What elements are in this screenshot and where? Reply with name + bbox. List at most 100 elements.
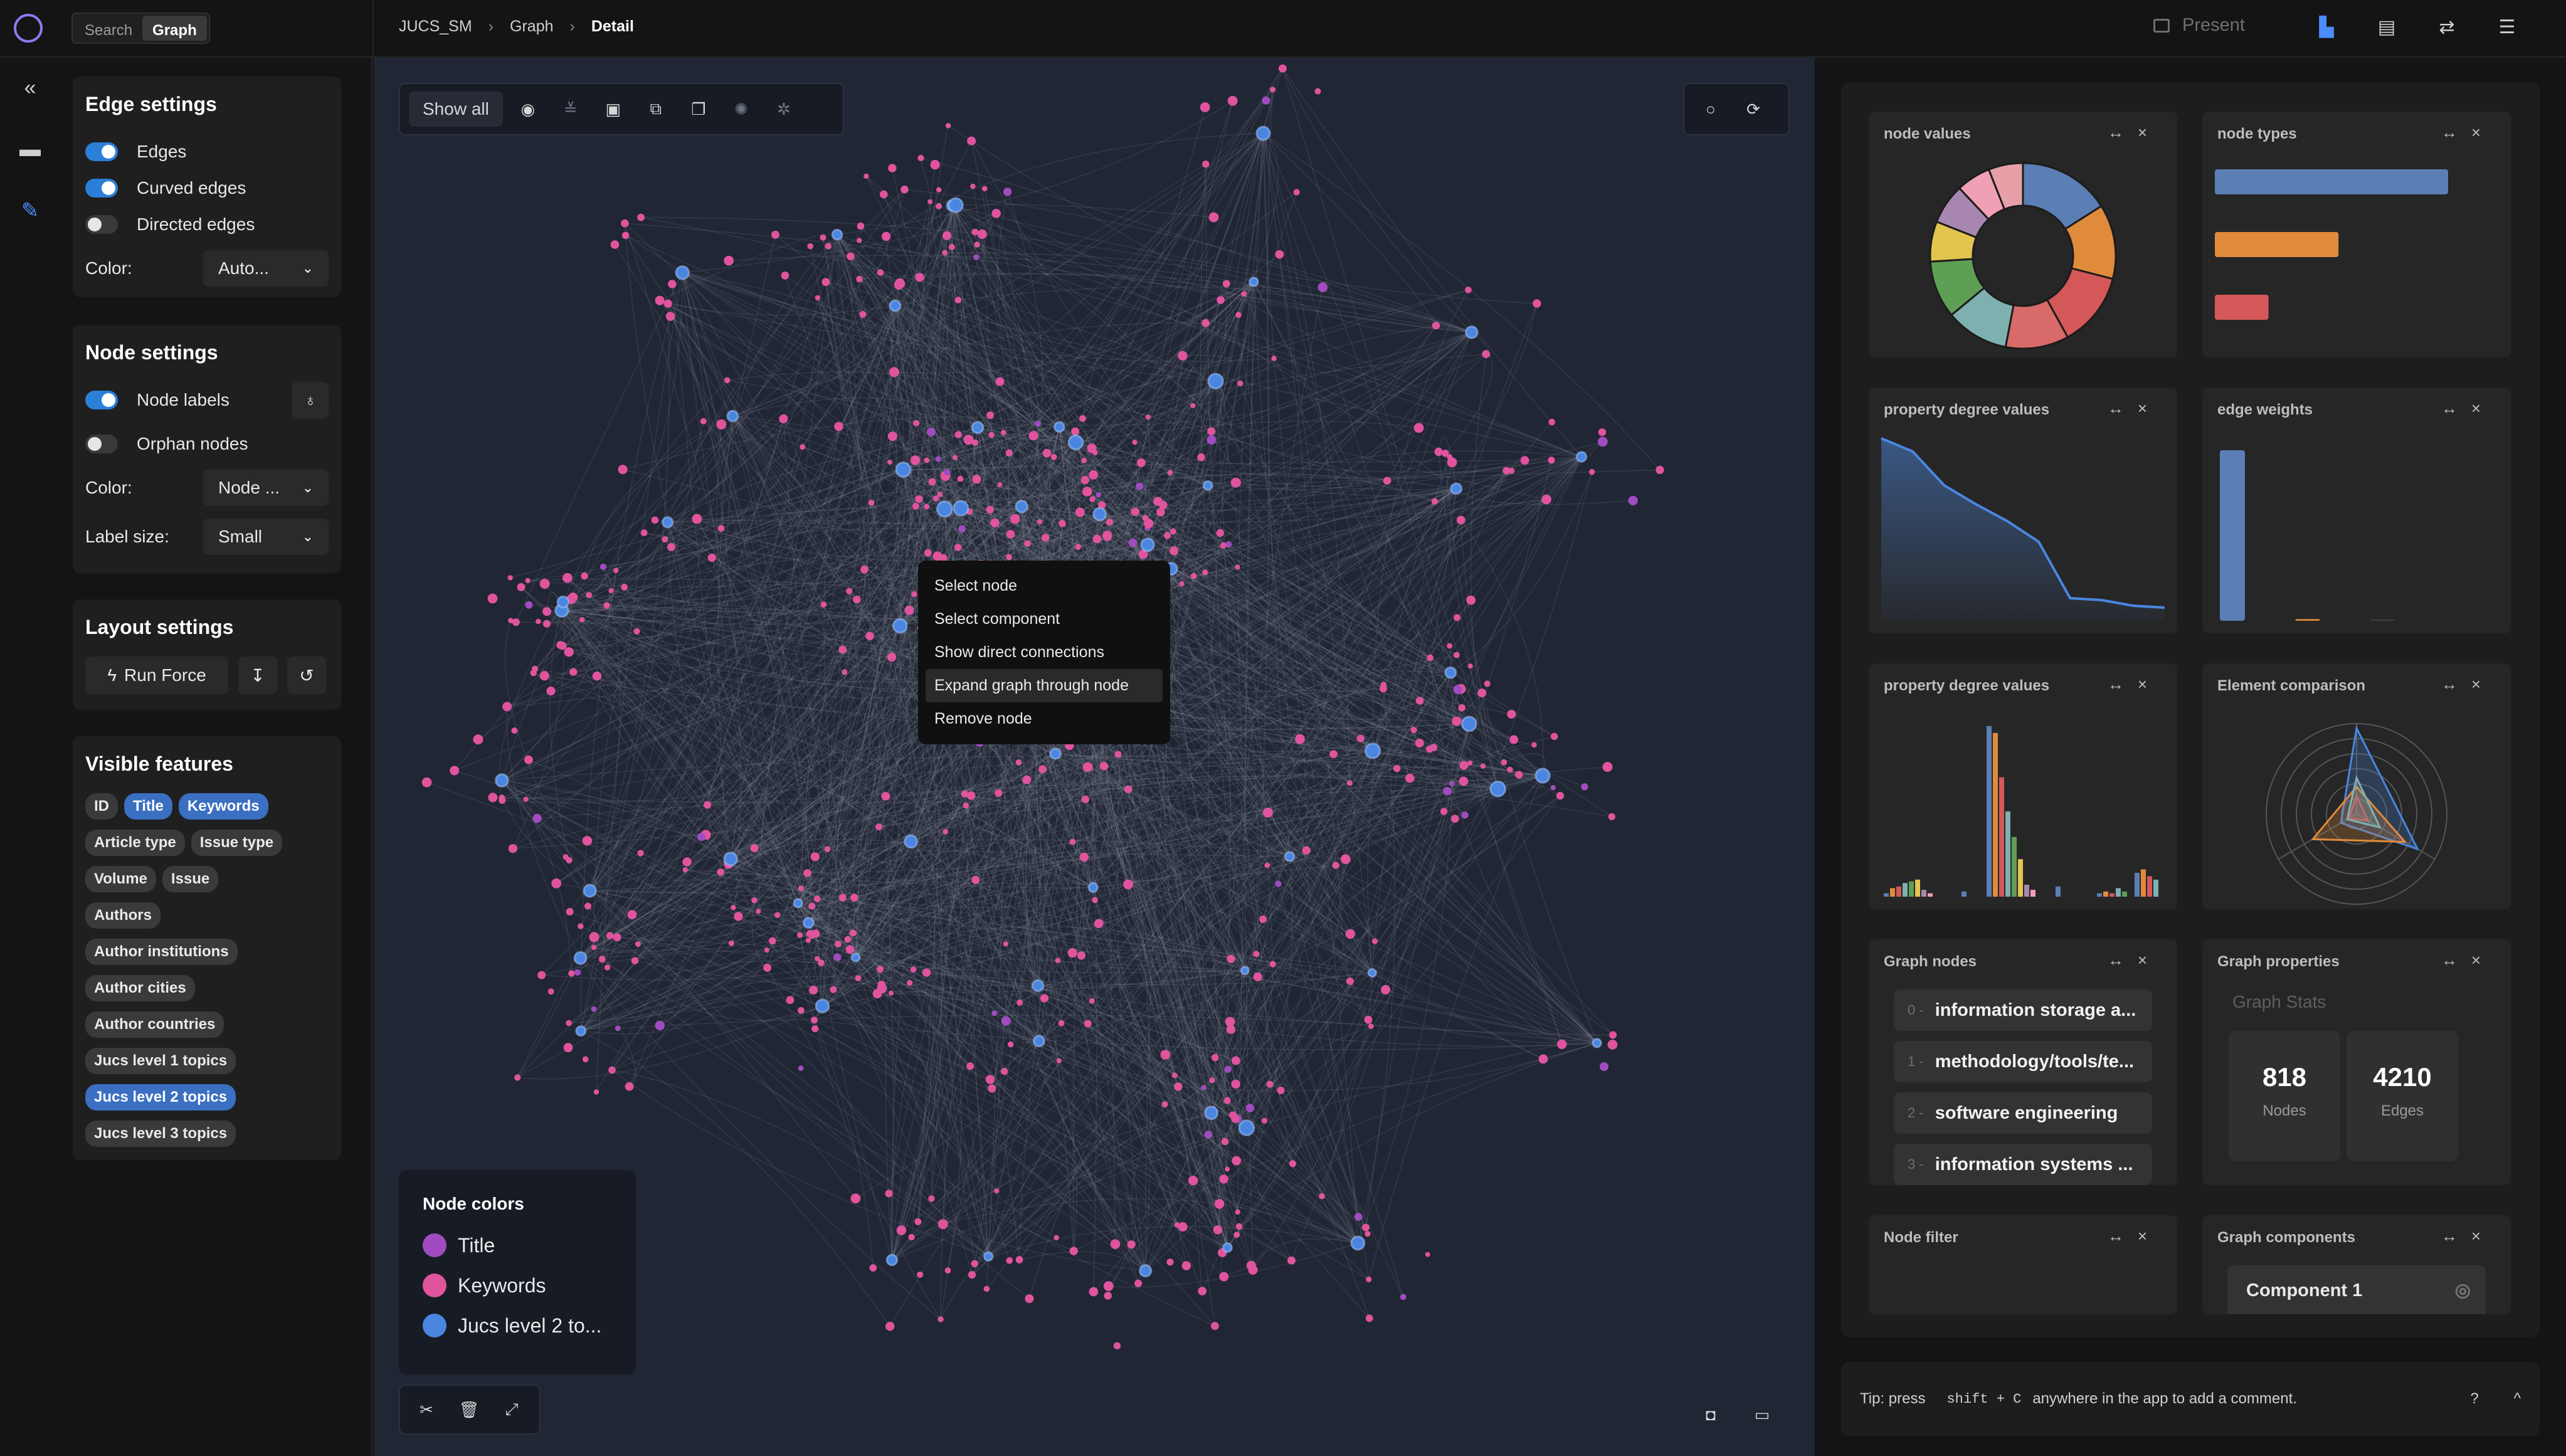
feature-chip[interactable]: Author cities bbox=[85, 975, 195, 1001]
edges-toggle[interactable] bbox=[85, 142, 118, 161]
scissors-icon[interactable]: ✂ bbox=[409, 1392, 444, 1427]
feature-chip[interactable]: Author institutions bbox=[85, 939, 238, 965]
breadcrumb-item[interactable]: Graph bbox=[510, 18, 553, 36]
feature-chip[interactable]: Issue type bbox=[191, 830, 283, 856]
feature-chip[interactable]: ID bbox=[85, 793, 118, 820]
target-icon[interactable]: ◉ bbox=[510, 92, 546, 127]
trash-icon[interactable]: 🗑 bbox=[451, 1392, 487, 1427]
brush-icon[interactable]: ✎ bbox=[18, 198, 43, 223]
feature-chip[interactable]: Issue bbox=[162, 866, 219, 892]
feature-chip[interactable]: Keywords bbox=[178, 793, 268, 820]
graph-node bbox=[591, 1006, 597, 1012]
graph-edge bbox=[549, 601, 570, 860]
node-index: 0 - bbox=[1908, 1002, 1924, 1018]
directed-edges-toggle[interactable] bbox=[85, 215, 118, 234]
widget-controls[interactable]: ↔× bbox=[2441, 399, 2495, 418]
feature-chip[interactable]: Jucs level 2 topics bbox=[85, 1084, 236, 1110]
menu-item-select-component[interactable]: Select component bbox=[926, 603, 1163, 636]
widget-controls[interactable]: ↔× bbox=[2441, 951, 2495, 970]
graph-node bbox=[717, 525, 725, 532]
lightbulb-icon[interactable]: ♁ bbox=[292, 382, 329, 418]
present-button[interactable]: Present bbox=[2153, 15, 2245, 36]
feature-chip[interactable]: Jucs level 1 topics bbox=[85, 1048, 236, 1074]
graph-node bbox=[1440, 808, 1448, 815]
widget-controls[interactable]: ↔× bbox=[2108, 123, 2161, 142]
graph-node bbox=[1556, 791, 1565, 800]
show-all-button[interactable]: Show all bbox=[409, 92, 503, 127]
menu-item-show-connections[interactable]: Show direct connections bbox=[926, 636, 1163, 669]
graph-node bbox=[922, 968, 931, 977]
graph-node bbox=[1079, 852, 1089, 862]
orphan-nodes-toggle[interactable] bbox=[85, 435, 118, 453]
cluster-icon[interactable]: ✺ bbox=[724, 92, 759, 127]
feature-chip[interactable]: Author countries bbox=[85, 1011, 224, 1038]
frame-icon[interactable]: ▣ bbox=[596, 92, 631, 127]
fullscreen-icon[interactable]: ⤢ bbox=[494, 1392, 529, 1427]
graph-node bbox=[1059, 520, 1066, 527]
mode-tab-search[interactable]: Search bbox=[75, 16, 142, 41]
label-size-select[interactable]: Small ⌄ bbox=[203, 519, 329, 555]
align-icon[interactable]: ≚ bbox=[553, 92, 588, 127]
feature-chip[interactable]: Jucs level 3 topics bbox=[85, 1121, 236, 1147]
database-icon[interactable]: ☰ bbox=[2496, 16, 2518, 39]
folder-icon[interactable]: ▬ bbox=[18, 137, 43, 162]
camera-icon[interactable]: ◘ bbox=[1693, 1397, 1728, 1432]
layers-icon[interactable]: ⧉ bbox=[638, 92, 673, 127]
breadcrumb-item[interactable]: JUCS_SM bbox=[399, 18, 472, 36]
node-labels-toggle[interactable] bbox=[85, 391, 118, 409]
widget-controls[interactable]: ↔× bbox=[2108, 1227, 2161, 1246]
graph-node bbox=[830, 986, 837, 993]
widget-controls[interactable]: ↔× bbox=[2108, 675, 2161, 694]
graph-node bbox=[1271, 356, 1277, 361]
reset-layout-icon[interactable]: ↺ bbox=[287, 657, 326, 694]
refresh-icon[interactable]: ⟳ bbox=[1736, 92, 1771, 127]
graph-node bbox=[1179, 581, 1185, 587]
app-logo-icon[interactable] bbox=[14, 14, 43, 43]
widget-edge-weights: edge weights ↔× bbox=[2202, 388, 2511, 633]
graph-hub-node bbox=[793, 898, 803, 909]
graph-node-item[interactable]: 3 - information systems ... bbox=[1894, 1144, 2152, 1185]
picture-in-picture-icon[interactable]: ▭ bbox=[1745, 1397, 1780, 1432]
widget-controls[interactable]: ↔× bbox=[2108, 951, 2161, 970]
widget-controls[interactable]: ↔× bbox=[2441, 123, 2495, 142]
feature-chip[interactable]: Authors bbox=[85, 902, 161, 929]
feature-chip[interactable]: Volume bbox=[85, 866, 156, 892]
collapse-icon[interactable]: ^ bbox=[2514, 1390, 2521, 1408]
component-item[interactable]: Component 1 ◎ bbox=[2227, 1265, 2486, 1314]
graph-hub-node bbox=[1202, 480, 1213, 491]
graph-node bbox=[1295, 734, 1305, 744]
menu-item-expand-graph[interactable]: Expand graph through node bbox=[926, 669, 1163, 702]
graph-node-item[interactable]: 2 - software engineering bbox=[1894, 1092, 2152, 1134]
graph-node bbox=[865, 631, 874, 641]
graph-node-item[interactable]: 1 - methodology/tools/te... bbox=[1894, 1041, 2152, 1082]
table-view-icon[interactable]: ▤ bbox=[2375, 16, 2398, 39]
widget-controls[interactable]: ↔× bbox=[2108, 399, 2161, 418]
graph-node bbox=[1289, 1160, 1296, 1168]
eye-icon[interactable]: ◎ bbox=[2455, 1279, 2471, 1301]
download-layout-icon[interactable]: ↧ bbox=[238, 657, 277, 694]
widget-controls[interactable]: ↔× bbox=[2441, 675, 2495, 694]
widget-controls[interactable]: ↔× bbox=[2441, 1227, 2495, 1246]
chart-view-icon[interactable]: ▙ bbox=[2315, 16, 2338, 39]
node-color-select[interactable]: Node ... ⌄ bbox=[203, 470, 329, 506]
curved-edges-toggle[interactable] bbox=[85, 179, 118, 198]
mode-tab-graph[interactable]: Graph bbox=[142, 16, 207, 41]
graph-node-item[interactable]: 0 - information storage a... bbox=[1894, 989, 2152, 1031]
feature-chip[interactable]: Article type bbox=[85, 830, 185, 856]
collapse-sidebar-icon[interactable]: « bbox=[18, 75, 43, 100]
copy-icon[interactable]: ❐ bbox=[681, 92, 716, 127]
help-icon[interactable]: ? bbox=[2470, 1390, 2478, 1408]
transform-icon[interactable]: ⇄ bbox=[2436, 16, 2458, 39]
graph-node bbox=[1277, 1087, 1285, 1094]
circle-select-icon[interactable]: ○ bbox=[1693, 92, 1728, 127]
graph-canvas[interactable]: Show all ◉ ≚ ▣ ⧉ ❐ ✺ ✲ ○ ⟳ Select node S… bbox=[374, 58, 1815, 1456]
network-icon[interactable]: ✲ bbox=[766, 92, 801, 127]
edge-color-select[interactable]: Auto... ⌄ bbox=[203, 250, 329, 287]
run-force-button[interactable]: ϟ Run Force bbox=[85, 657, 228, 694]
feature-chip[interactable]: Title bbox=[124, 793, 172, 820]
graph-node bbox=[877, 269, 884, 277]
graph-node bbox=[896, 279, 905, 288]
menu-item-select-node[interactable]: Select node bbox=[926, 569, 1163, 603]
menu-item-remove-node[interactable]: Remove node bbox=[926, 702, 1163, 736]
legend-label: Title bbox=[458, 1233, 495, 1257]
